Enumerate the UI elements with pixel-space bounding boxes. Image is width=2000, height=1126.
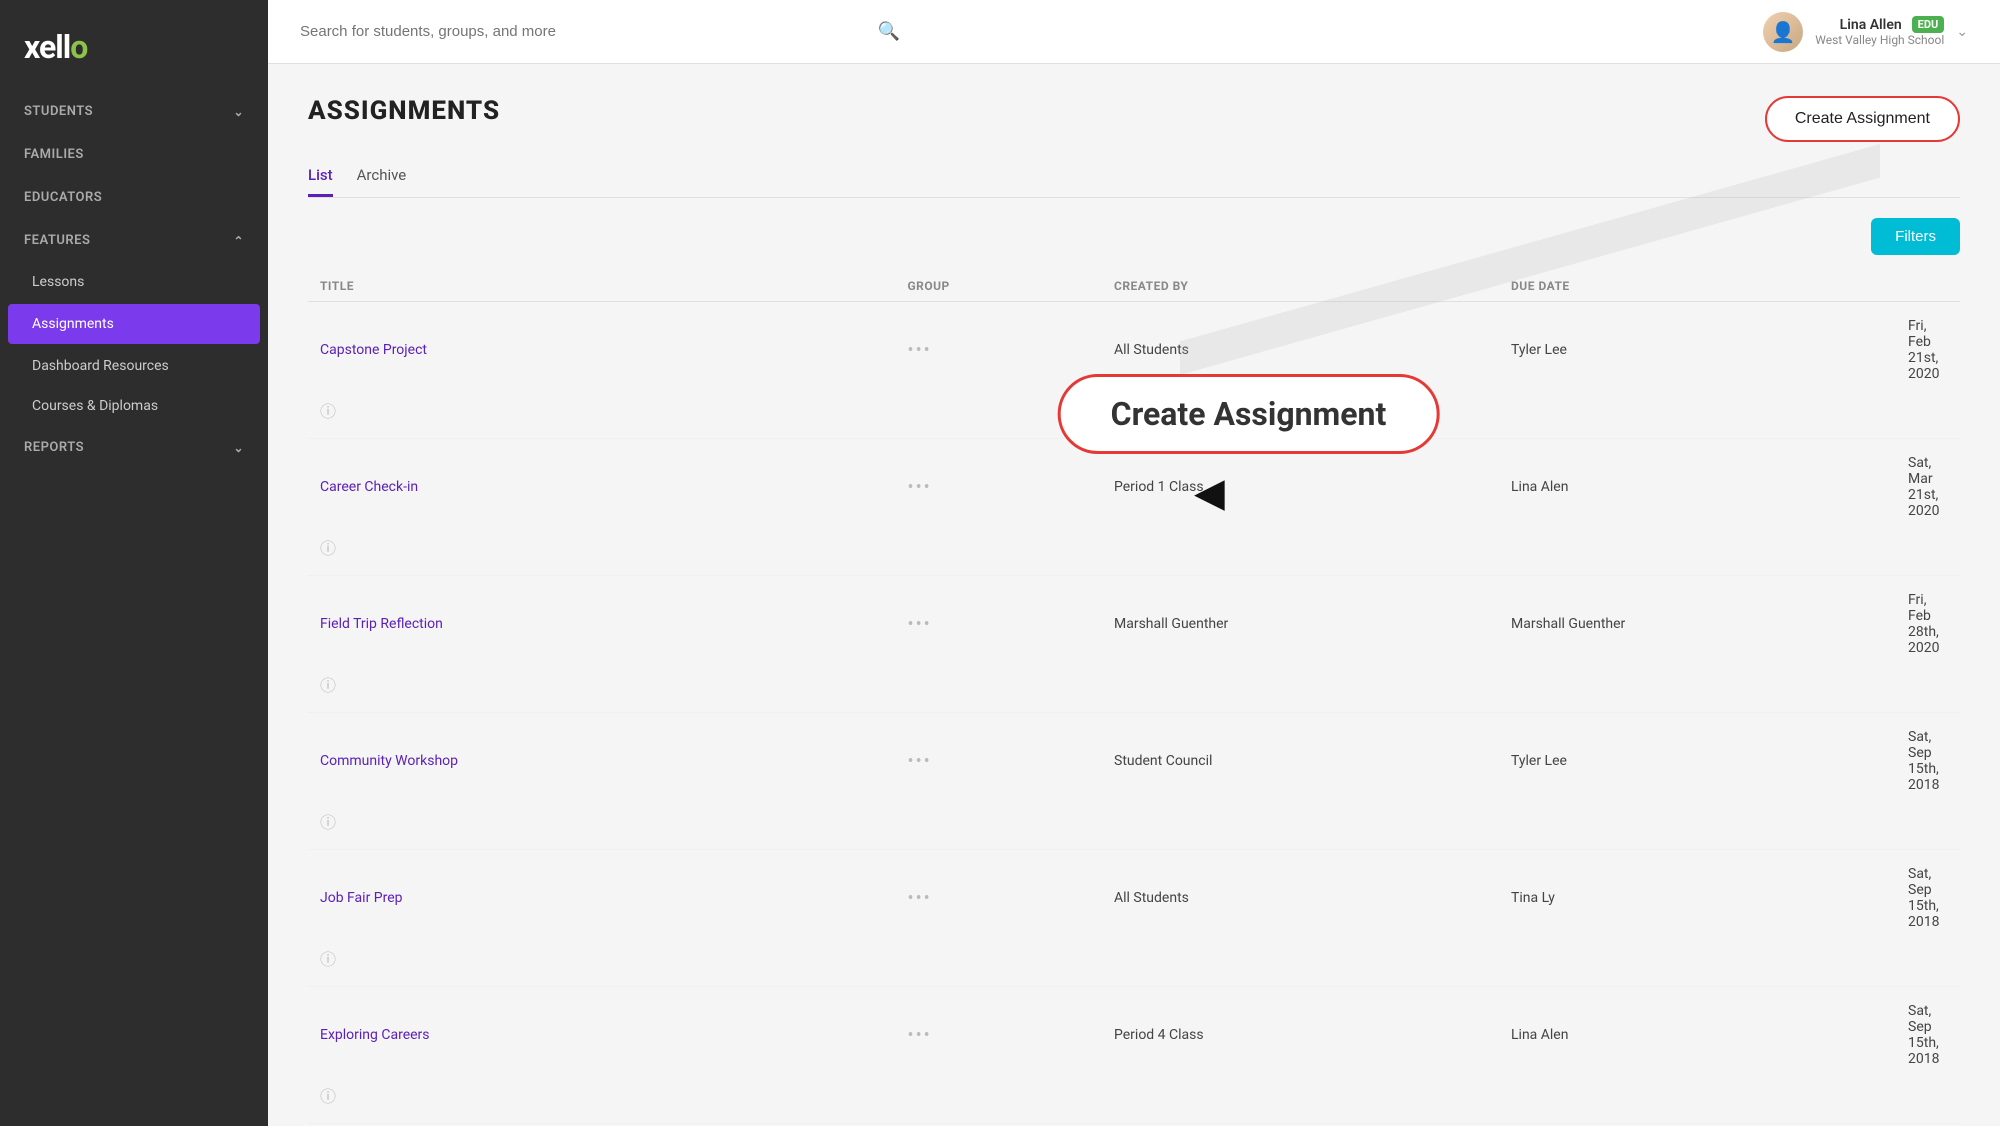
- row-date-5: Sat, Sep 15th, 2018: [1908, 1003, 1948, 1067]
- info-icon-4[interactable]: ⓘ: [320, 946, 892, 970]
- chevron-down-icon-reports: ⌄: [233, 441, 244, 455]
- tabs: List Archive: [308, 166, 1960, 198]
- row-date-4: Sat, Sep 15th, 2018: [1908, 866, 1948, 930]
- header-title: TITLE: [320, 279, 892, 293]
- page-content: ASSIGNMENTS Create Assignment List Archi…: [268, 64, 2000, 1126]
- sidebar-item-assignments[interactable]: Assignments: [8, 304, 260, 344]
- create-assignment-button-top[interactable]: Create Assignment: [1765, 96, 1960, 142]
- sidebar-item-students[interactable]: STUDENTS ⌄: [0, 90, 268, 133]
- page-header: ASSIGNMENTS Create Assignment: [308, 96, 1960, 142]
- row-created-3: Tyler Lee: [1511, 753, 1892, 769]
- sidebar-item-features[interactable]: FEATURES ⌃: [0, 219, 268, 262]
- info-icon-2[interactable]: ⓘ: [320, 672, 892, 696]
- row-menu-3[interactable]: •••: [908, 751, 1099, 772]
- chevron-up-icon: ⌃: [233, 234, 244, 248]
- info-icon-3[interactable]: ⓘ: [320, 809, 892, 833]
- page-title: ASSIGNMENTS: [308, 96, 500, 126]
- tab-archive[interactable]: Archive: [357, 166, 407, 197]
- sidebar-item-dashboard-resources[interactable]: Dashboard Resources: [0, 346, 268, 386]
- user-info: Lina Allen EDU West Valley High School: [1815, 16, 1944, 47]
- row-group-5: Period 4 Class: [1114, 1027, 1495, 1043]
- filters-area: Filters: [308, 218, 1960, 255]
- row-title-2[interactable]: Field Trip Reflection: [320, 616, 892, 632]
- row-group-1: Period 1 Class: [1114, 479, 1495, 495]
- user-name: Lina Allen: [1840, 17, 1902, 33]
- sidebar-item-courses-diplomas[interactable]: Courses & Diplomas: [0, 386, 268, 426]
- table-row: Community Workshop ••• Student Council T…: [308, 713, 1960, 850]
- row-title-1[interactable]: Career Check-in: [320, 479, 892, 495]
- row-date-1: Sat, Mar 21st, 2020: [1908, 455, 1948, 519]
- row-group-0: All Students: [1114, 342, 1495, 358]
- row-group-4: All Students: [1114, 890, 1495, 906]
- nav-families-section: FAMILIES: [0, 133, 268, 176]
- row-created-0: Tyler Lee: [1511, 342, 1892, 358]
- filters-button[interactable]: Filters: [1871, 218, 1960, 255]
- header-actions: [1908, 279, 1948, 293]
- sidebar: xello STUDENTS ⌄ FAMILIES EDUCATORS FEAT…: [0, 0, 268, 1126]
- header-group: GROUP: [908, 279, 1099, 293]
- row-created-2: Marshall Guenther: [1511, 616, 1892, 632]
- sidebar-item-lessons[interactable]: Lessons: [0, 262, 268, 302]
- logo[interactable]: xello: [0, 0, 268, 90]
- row-title-4[interactable]: Job Fair Prep: [320, 890, 892, 906]
- search-input[interactable]: [300, 23, 868, 40]
- nav-students-section: STUDENTS ⌄: [0, 90, 268, 133]
- row-group-2: Marshall Guenther: [1114, 616, 1495, 632]
- row-menu-4[interactable]: •••: [908, 888, 1099, 909]
- header-due-date: DUE DATE: [1511, 279, 1892, 293]
- row-menu-1[interactable]: •••: [908, 477, 1099, 498]
- user-area: 👤 Lina Allen EDU West Valley High School…: [1763, 12, 1968, 52]
- row-title-3[interactable]: Community Workshop: [320, 753, 892, 769]
- header-created-by: CREATED BY: [1114, 279, 1495, 293]
- row-title-5[interactable]: Exploring Careers: [320, 1027, 892, 1043]
- table-body: Capstone Project ••• All Students Tyler …: [308, 302, 1960, 1126]
- nav-features-section: FEATURES ⌃ Lessons Assignments Dashboard…: [0, 219, 268, 426]
- search-icon[interactable]: 🔍: [878, 21, 900, 42]
- row-menu-2[interactable]: •••: [908, 614, 1099, 635]
- nav-educators-section: EDUCATORS: [0, 176, 268, 219]
- table-header: TITLE GROUP CREATED BY DUE DATE: [308, 271, 1960, 302]
- table-row: Exploring Careers ••• Period 4 Class Lin…: [308, 987, 1960, 1124]
- avatar: 👤: [1763, 12, 1803, 52]
- row-date-0: Fri, Feb 21st, 2020: [1908, 318, 1948, 382]
- row-date-3: Sat, Sep 15th, 2018: [1908, 729, 1948, 793]
- info-icon-1[interactable]: ⓘ: [320, 535, 892, 559]
- row-created-5: Lina Alen: [1511, 1027, 1892, 1043]
- table-row: Field Trip Reflection ••• Marshall Guent…: [308, 576, 1960, 713]
- row-title-0[interactable]: Capstone Project: [320, 342, 892, 358]
- row-created-1: Lina Alen: [1511, 479, 1892, 495]
- table-row: Career Check-in ••• Period 1 Class Lina …: [308, 439, 1960, 576]
- user-school: West Valley High School: [1815, 33, 1944, 47]
- sidebar-item-reports[interactable]: REPORTS ⌄: [0, 426, 268, 469]
- row-created-4: Tina Ly: [1511, 890, 1892, 906]
- row-group-3: Student Council: [1114, 753, 1495, 769]
- user-dropdown-arrow[interactable]: ⌄: [1956, 24, 1968, 40]
- sidebar-item-educators[interactable]: EDUCATORS: [0, 176, 268, 219]
- table-row: Job Fair Prep ••• All Students Tina Ly S…: [308, 850, 1960, 987]
- chevron-down-icon: ⌄: [233, 105, 244, 119]
- nav-reports-section: REPORTS ⌄: [0, 426, 268, 469]
- row-menu-5[interactable]: •••: [908, 1025, 1099, 1046]
- sidebar-item-families[interactable]: FAMILIES: [0, 133, 268, 176]
- assignments-table: TITLE GROUP CREATED BY DUE DATE Capstone…: [308, 271, 1960, 1126]
- row-date-2: Fri, Feb 28th, 2020: [1908, 592, 1948, 656]
- table-row: Capstone Project ••• All Students Tyler …: [308, 302, 1960, 439]
- edu-badge: EDU: [1912, 16, 1945, 33]
- info-icon-0[interactable]: ⓘ: [320, 398, 892, 422]
- topbar: 🔍 👤 Lina Allen EDU West Valley High Scho…: [268, 0, 2000, 64]
- row-menu-0[interactable]: •••: [908, 340, 1099, 361]
- tab-list[interactable]: List: [308, 166, 333, 197]
- main-content: 🔍 👤 Lina Allen EDU West Valley High Scho…: [268, 0, 2000, 1126]
- search-bar: 🔍: [300, 21, 900, 42]
- info-icon-5[interactable]: ⓘ: [320, 1083, 892, 1107]
